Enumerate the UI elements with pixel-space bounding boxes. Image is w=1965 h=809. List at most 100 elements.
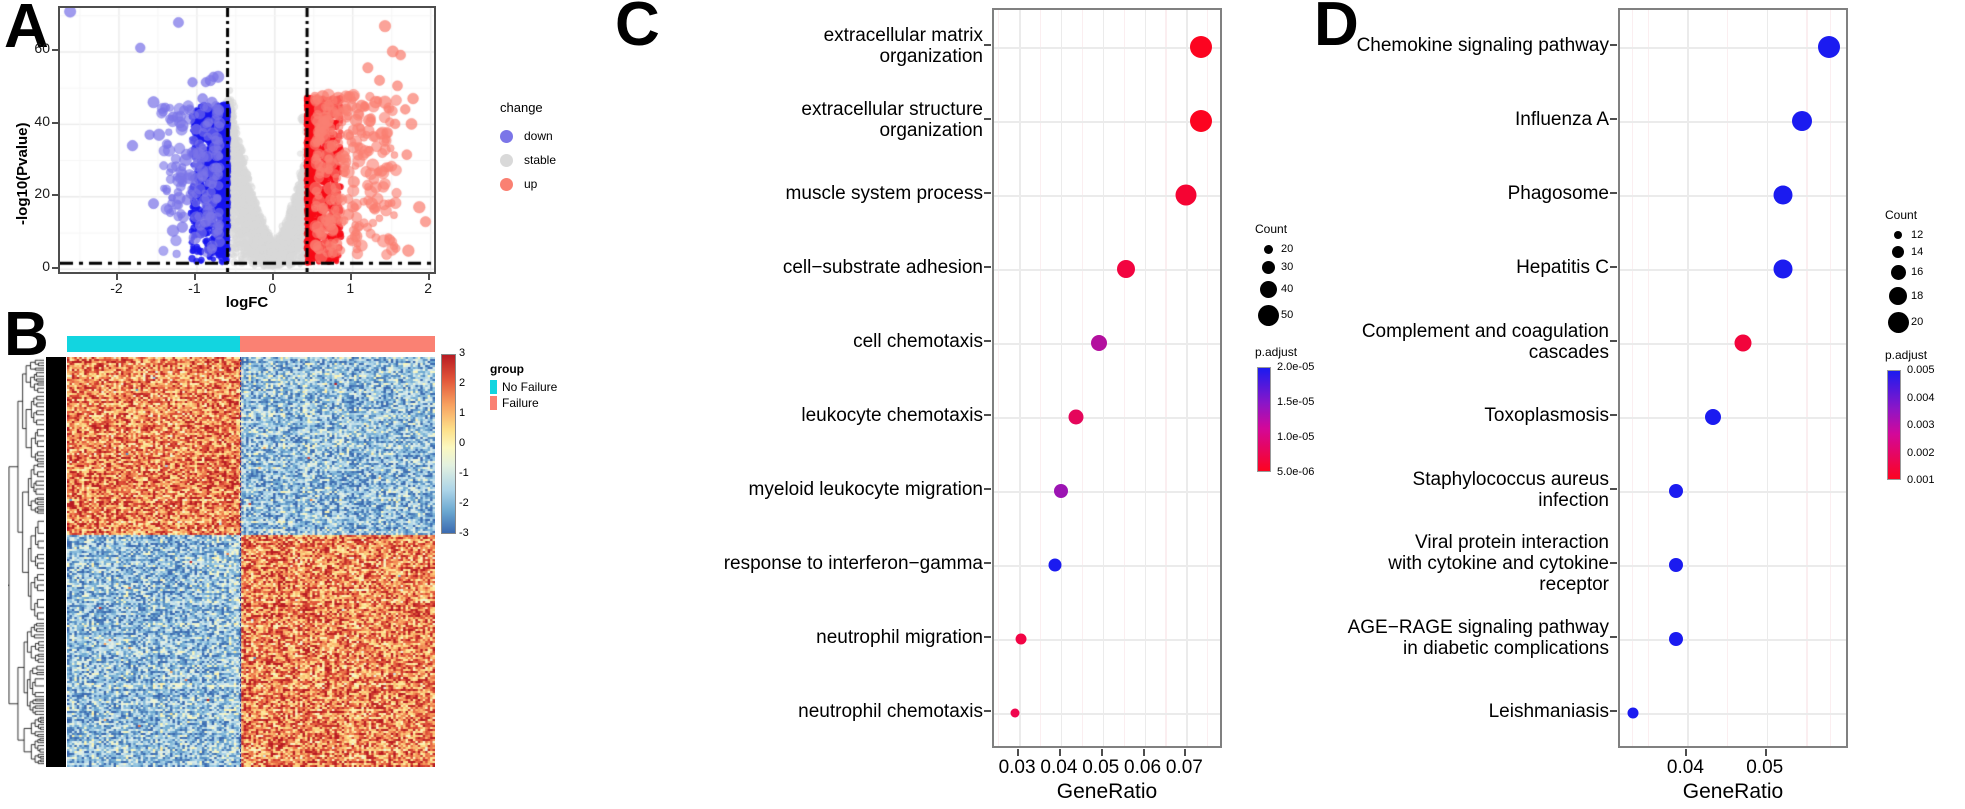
dotplot-y-gridline — [994, 343, 1220, 345]
heatmap-colorbar-tick: 2 — [459, 377, 466, 389]
dotplot-x-tick-mark — [1184, 749, 1187, 756]
dotplot-size-legend-item[interactable]: 30 — [1255, 257, 1293, 277]
dotplot-color-legend-tick: 0.004 — [1907, 391, 1935, 404]
dotplot-y-label-line: Leishmaniasis — [1488, 701, 1609, 723]
dotplot-y-tick-mark — [1610, 266, 1617, 268]
heatmap-column-group-bar — [67, 336, 435, 352]
volcano-legend-item[interactable]: stable — [500, 148, 600, 172]
dotplot-y-tick-mark — [1610, 636, 1617, 638]
dotplot-y-label-line: muscle system process — [785, 183, 983, 205]
volcano-legend-swatch-stable — [500, 153, 513, 167]
volcano-plot-area — [58, 6, 436, 274]
dotplot-y-tick-mark — [984, 192, 991, 194]
dotplot-y-label: Chemokine signaling pathway — [1324, 35, 1609, 56]
heatmap-row-annotation-block — [46, 357, 66, 767]
kegg-dotplot-plot-area — [1618, 8, 1848, 748]
volcano-y-tick-mark — [52, 266, 58, 269]
heatmap-row-dendrogram — [8, 357, 44, 767]
dotplot-size-legend-item[interactable]: 20 — [1255, 241, 1293, 257]
dotplot-size-legend-item[interactable]: 18 — [1885, 283, 1923, 308]
dotplot-size-legend-label: 14 — [1911, 245, 1924, 258]
dotplot-y-label: Viral protein interaction with cytokine a… — [1324, 532, 1609, 596]
dotplot-point[interactable] — [1773, 185, 1793, 205]
dotplot-x-minor-gridline — [1846, 10, 1847, 746]
dotplot-y-label-line: Chemokine signaling pathway — [1356, 35, 1609, 57]
dotplot-size-legend-label: 30 — [1281, 261, 1294, 273]
panel-d-kegg-dotplot: D Chemokine signaling pathway Influenza A… — [1300, 0, 1965, 809]
dotplot-size-legend-label: 20 — [1911, 316, 1924, 328]
dotplot-y-gridline — [994, 47, 1220, 49]
go-dotplot-color-legend: p.adjust 2.0e-05 1.5e-05 1.0e-05 5.0e-06 — [1255, 345, 1314, 478]
dotplot-y-tick-mark — [1610, 488, 1617, 490]
dotplot-y-gridline — [994, 269, 1220, 271]
dotplot-point[interactable] — [1068, 409, 1084, 425]
dotplot-y-label-line: with cytokine and cytokine — [1388, 553, 1609, 575]
heatmap-group-label: Failure — [502, 396, 539, 410]
dotplot-size-legend-item[interactable]: 14 — [1885, 242, 1923, 261]
dotplot-size-legend-dot — [1259, 280, 1277, 298]
dotplot-y-label-line: infection — [1538, 489, 1609, 511]
dotplot-y-gridline — [1620, 639, 1846, 641]
kegg-color-legend-bar — [1887, 370, 1901, 480]
dotplot-y-label-line: extracellular structure — [801, 98, 983, 120]
dotplot-y-label-line: neutrophil chemotaxis — [798, 701, 983, 723]
dotplot-x-tick-label: 0.07 — [1165, 757, 1203, 778]
dotplot-point[interactable] — [1090, 335, 1107, 351]
dotplot-color-legend-tick: 0.003 — [1907, 419, 1935, 431]
kegg-dotplot-size-legend: Count 12 14 16 18 20 — [1885, 208, 1923, 336]
dotplot-y-label: Hepatitis C — [1324, 257, 1609, 278]
dotplot-point[interactable] — [1668, 558, 1683, 572]
dotplot-point[interactable] — [1627, 707, 1639, 719]
dotplot-y-tick-mark — [984, 710, 991, 712]
heatmap-group-legend-item[interactable]: Failure — [490, 395, 557, 411]
dotplot-point[interactable] — [1116, 260, 1135, 278]
heatmap-group-label: No Failure — [502, 380, 558, 394]
dotplot-y-label: myeloid leukocyte migration — [653, 479, 983, 500]
dotplot-y-label: neutrophil migration — [653, 627, 983, 648]
volcano-x-axis-title: logFC — [225, 294, 269, 311]
heatmap-group-legend-item[interactable]: No Failure — [490, 379, 557, 395]
panel-c-go-dotplot: C extracellular matrix organization extrac… — [600, 0, 1314, 809]
dotplot-y-label: extracellular structure organization — [653, 99, 983, 142]
dotplot-x-tick-mark — [1017, 749, 1020, 756]
volcano-y-tick-label: 20 — [34, 185, 50, 202]
dotplot-point[interactable] — [1668, 484, 1683, 498]
volcano-x-tick-mark — [194, 274, 197, 280]
volcano-legend-item[interactable]: up — [500, 172, 600, 196]
go-color-legend-bar — [1257, 367, 1271, 472]
dotplot-point[interactable] — [1175, 184, 1197, 206]
heatmap-group-divider — [240, 357, 241, 767]
dotplot-size-legend-item[interactable]: 40 — [1255, 277, 1293, 301]
go-dotplot-plot-area — [992, 8, 1222, 748]
dotplot-size-legend-item[interactable]: 20 — [1885, 308, 1923, 336]
dotplot-size-legend-item[interactable]: 16 — [1885, 261, 1923, 283]
dotplot-point[interactable] — [1734, 334, 1752, 352]
dotplot-y-gridline — [1620, 47, 1846, 49]
dotplot-point[interactable] — [1792, 111, 1813, 131]
dotplot-point[interactable] — [1190, 36, 1212, 58]
dotplot-point[interactable] — [1817, 36, 1840, 58]
dotplot-size-legend-item[interactable]: 12 — [1885, 227, 1923, 242]
dotplot-point[interactable] — [1048, 558, 1062, 572]
volcano-legend-item[interactable]: down — [500, 124, 600, 148]
dotplot-size-legend-item[interactable]: 50 — [1255, 301, 1293, 329]
dotplot-point[interactable] — [1015, 633, 1027, 645]
dotplot-y-label-line: cell chemotaxis — [853, 331, 983, 353]
dotplot-y-tick-mark — [984, 414, 991, 416]
dotplot-point[interactable] — [1668, 632, 1683, 646]
dotplot-point[interactable] — [1704, 409, 1721, 425]
dotplot-point[interactable] — [1053, 484, 1068, 498]
dotplot-y-label: cell−substrate adhesion — [653, 257, 983, 278]
dotplot-point[interactable] — [1010, 708, 1020, 718]
dotplot-y-tick-mark — [1610, 340, 1617, 342]
dotplot-point[interactable] — [1190, 110, 1212, 132]
dotplot-y-label-line: organization — [879, 45, 983, 67]
dotplot-y-gridline — [1620, 713, 1846, 715]
dotplot-y-gridline — [994, 491, 1220, 493]
dotplot-y-gridline — [994, 417, 1220, 419]
dotplot-y-label: extracellular matrix organization — [653, 25, 983, 68]
heatmap-matrix — [67, 357, 435, 767]
volcano-legend-label: stable — [524, 153, 557, 167]
dotplot-point[interactable] — [1773, 259, 1793, 279]
dotplot-size-legend-key-wrap — [1255, 280, 1281, 298]
